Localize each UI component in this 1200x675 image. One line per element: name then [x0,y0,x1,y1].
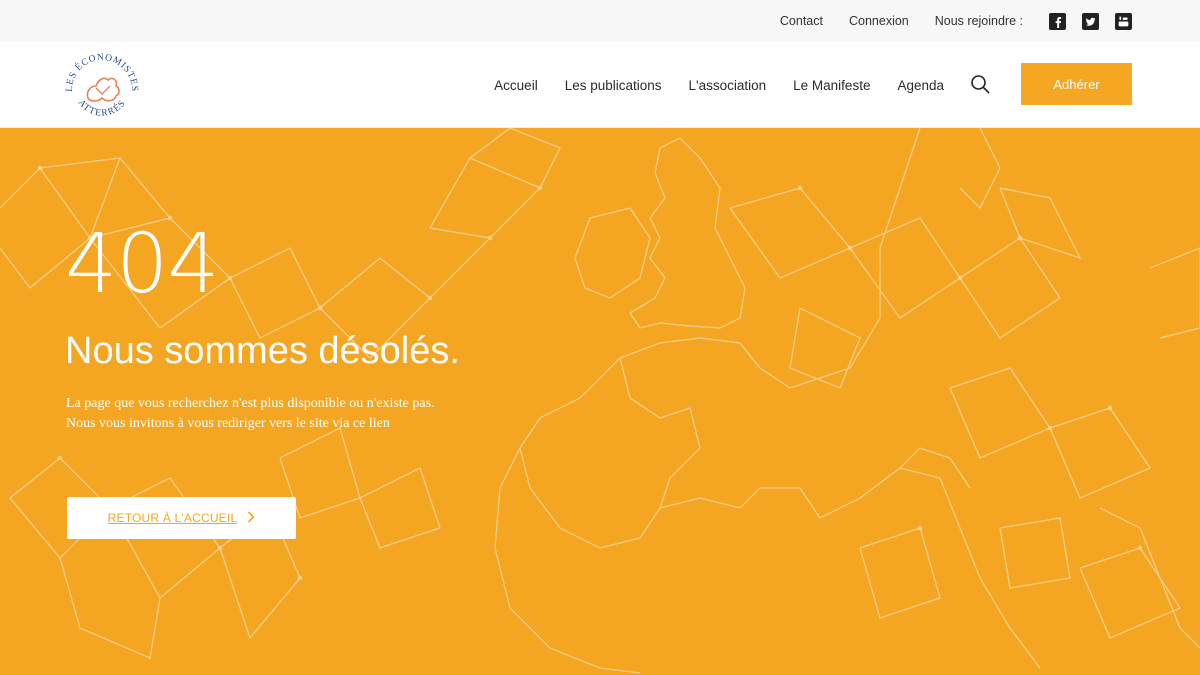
nav-item-publications[interactable]: Les publications [565,78,662,93]
nav-item-manifeste[interactable]: Le Manifeste [793,78,870,93]
search-icon[interactable] [970,74,990,94]
hero-404: 404 Nous sommes désolés. La page que vou… [0,128,1200,675]
contact-link[interactable]: Contact [780,14,823,28]
svg-text:LES ÉCONOMISTES: LES ÉCONOMISTES [65,53,139,92]
main-nav: Accueil Les publications L'association L… [467,42,944,128]
main-header: LES ÉCONOMISTES ATTERRÉS Accueil Les pub… [0,42,1200,128]
svg-text:ATTERRÉS: ATTERRÉS [76,98,129,119]
error-title: Nous sommes désolés. [65,330,460,372]
adherer-button[interactable]: Adhérer [1021,63,1132,105]
join-label: Nous rejoindre : [934,14,1023,28]
error-code: 404 [65,217,220,312]
nav-item-agenda[interactable]: Agenda [897,78,944,93]
twitter-icon[interactable] [1082,12,1099,30]
nav-item-association[interactable]: L'association [689,78,767,93]
top-bar: Contact Connexion Nous rejoindre : [0,0,1200,42]
nav-item-accueil[interactable]: Accueil [494,78,538,93]
chevron-right-icon [247,510,255,526]
login-link[interactable]: Connexion [849,14,909,28]
error-message: La page que vous recherchez n'est plus d… [66,396,435,431]
back-home-label: RETOUR À L'ACCUEIL [107,511,238,525]
facebook-icon[interactable] [1049,12,1066,30]
youtube-icon[interactable] [1115,12,1132,30]
back-home-button[interactable]: RETOUR À L'ACCUEIL [67,497,296,539]
site-logo[interactable]: LES ÉCONOMISTES ATTERRÉS [62,48,142,124]
